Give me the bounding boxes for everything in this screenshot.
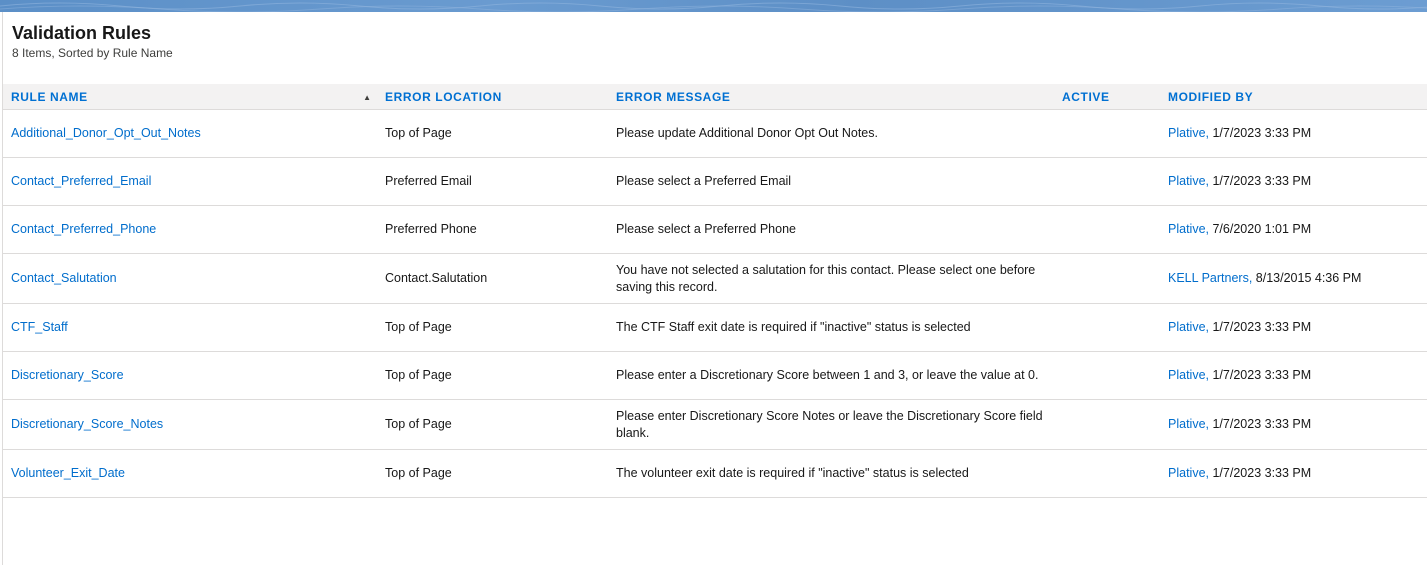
active-cell bbox=[1054, 109, 1160, 158]
error-location-cell: Preferred Email bbox=[377, 157, 608, 206]
error-location-cell: Top of Page bbox=[377, 399, 608, 450]
modified-by-cell: Plative, 1/7/2023 3:33 PM bbox=[1160, 303, 1427, 352]
modified-by-cell: Plative, 1/7/2023 3:33 PM bbox=[1160, 449, 1427, 498]
table-row: Additional_Donor_Opt_Out_Notes Top of Pa… bbox=[3, 109, 1427, 158]
table-row: Discretionary_Score Top of Page Please e… bbox=[3, 351, 1427, 400]
banner-pattern bbox=[0, 2, 1427, 12]
rule-name-link[interactable]: CTF_Staff bbox=[11, 320, 68, 334]
list-header: Validation Rules 8 Items, Sorted by Rule… bbox=[12, 22, 173, 61]
rule-name-cell: Contact_Preferred_Phone bbox=[3, 205, 377, 254]
error-message-cell: Please enter a Discretionary Score betwe… bbox=[608, 351, 1054, 400]
error-location-cell: Top of Page bbox=[377, 109, 608, 158]
error-location-cell: Top of Page bbox=[377, 449, 608, 498]
modified-date: 1/7/2023 3:33 PM bbox=[1212, 368, 1312, 382]
column-header-label: ERROR LOCATION bbox=[385, 89, 502, 104]
rule-name-link[interactable]: Volunteer_Exit_Date bbox=[11, 466, 125, 480]
modified-by-user-link[interactable]: Plative, bbox=[1168, 320, 1209, 334]
sort-ascending-icon[interactable]: ▲ bbox=[363, 93, 371, 102]
modified-by-cell: Plative, 1/7/2023 3:33 PM bbox=[1160, 399, 1427, 450]
rule-name-cell: Additional_Donor_Opt_Out_Notes bbox=[3, 109, 377, 158]
rule-name-link[interactable]: Contact_Preferred_Phone bbox=[11, 222, 156, 236]
rule-name-link[interactable]: Additional_Donor_Opt_Out_Notes bbox=[11, 126, 201, 140]
modified-by-user-link[interactable]: Plative, bbox=[1168, 368, 1209, 382]
column-header-label: ACTIVE bbox=[1062, 89, 1110, 104]
active-cell bbox=[1054, 399, 1160, 450]
table-row: Contact_Preferred_Email Preferred Email … bbox=[3, 157, 1427, 206]
column-header-error-message[interactable]: ERROR MESSAGE bbox=[608, 84, 1054, 110]
modified-date: 7/6/2020 1:01 PM bbox=[1212, 222, 1312, 236]
error-location-cell: Preferred Phone bbox=[377, 205, 608, 254]
modified-by-user-link[interactable]: Plative, bbox=[1168, 174, 1209, 188]
modified-by-cell: Plative, 1/7/2023 3:33 PM bbox=[1160, 157, 1427, 206]
active-cell bbox=[1054, 253, 1160, 304]
error-message-cell: Please select a Preferred Email bbox=[608, 157, 1054, 206]
error-message-cell: Please select a Preferred Phone bbox=[608, 205, 1054, 254]
table-header-row: RULE NAME ▲ ERROR LOCATION ERROR MESSAGE… bbox=[3, 84, 1427, 110]
validation-rules-panel: Validation Rules 8 Items, Sorted by Rule… bbox=[2, 12, 1427, 565]
error-message-cell: The CTF Staff exit date is required if "… bbox=[608, 303, 1054, 352]
table-row: CTF_Staff Top of Page The CTF Staff exit… bbox=[3, 303, 1427, 352]
rule-name-link[interactable]: Discretionary_Score_Notes bbox=[11, 417, 163, 431]
active-cell bbox=[1054, 351, 1160, 400]
error-location-cell: Contact.Salutation bbox=[377, 253, 608, 304]
rule-name-cell: Discretionary_Score bbox=[3, 351, 377, 400]
table-row: Discretionary_Score_Notes Top of Page Pl… bbox=[3, 399, 1427, 450]
rule-name-link[interactable]: Discretionary_Score bbox=[11, 368, 124, 382]
column-header-error-location[interactable]: ERROR LOCATION bbox=[377, 84, 608, 110]
error-message-cell: Please enter Discretionary Score Notes o… bbox=[608, 399, 1054, 450]
error-location-cell: Top of Page bbox=[377, 351, 608, 400]
table-row: Contact_Preferred_Phone Preferred Phone … bbox=[3, 205, 1427, 254]
rule-name-link[interactable]: Contact_Preferred_Email bbox=[11, 174, 151, 188]
modified-date: 1/7/2023 3:33 PM bbox=[1212, 466, 1312, 480]
top-banner-strip bbox=[0, 0, 1427, 12]
validation-rules-table: RULE NAME ▲ ERROR LOCATION ERROR MESSAGE… bbox=[3, 84, 1427, 498]
modified-by-cell: KELL Partners, 8/13/2015 4:36 PM bbox=[1160, 253, 1427, 304]
modified-by-user-link[interactable]: Plative, bbox=[1168, 417, 1209, 431]
page-title: Validation Rules bbox=[12, 23, 152, 43]
rule-name-cell: Contact_Preferred_Email bbox=[3, 157, 377, 206]
column-header-label: ERROR MESSAGE bbox=[616, 89, 731, 104]
rule-name-cell: Discretionary_Score_Notes bbox=[3, 399, 377, 450]
modified-by-cell: Plative, 7/6/2020 1:01 PM bbox=[1160, 205, 1427, 254]
modified-date: 1/7/2023 3:33 PM bbox=[1212, 320, 1312, 334]
modified-by-cell: Plative, 1/7/2023 3:33 PM bbox=[1160, 109, 1427, 158]
modified-date: 1/7/2023 3:33 PM bbox=[1212, 174, 1312, 188]
modified-by-user-link[interactable]: Plative, bbox=[1168, 222, 1209, 236]
table-row: Volunteer_Exit_Date Top of Page The volu… bbox=[3, 449, 1427, 498]
active-cell bbox=[1054, 205, 1160, 254]
error-location-cell: Top of Page bbox=[377, 303, 608, 352]
modified-date: 1/7/2023 3:33 PM bbox=[1212, 417, 1312, 431]
list-info-subtitle: 8 Items, Sorted by Rule Name bbox=[12, 46, 173, 60]
error-message-cell: Please update Additional Donor Opt Out N… bbox=[608, 109, 1054, 158]
active-cell bbox=[1054, 449, 1160, 498]
modified-by-user-link[interactable]: Plative, bbox=[1168, 466, 1209, 480]
rule-name-cell: Volunteer_Exit_Date bbox=[3, 449, 377, 498]
modified-date: 8/13/2015 4:36 PM bbox=[1255, 271, 1362, 285]
modified-by-user-link[interactable]: KELL Partners, bbox=[1168, 271, 1252, 285]
active-cell bbox=[1054, 303, 1160, 352]
column-header-rule-name[interactable]: RULE NAME ▲ bbox=[3, 84, 377, 110]
modified-by-cell: Plative, 1/7/2023 3:33 PM bbox=[1160, 351, 1427, 400]
modified-date: 1/7/2023 3:33 PM bbox=[1212, 126, 1312, 140]
rule-name-cell: CTF_Staff bbox=[3, 303, 377, 352]
column-header-modified-by[interactable]: MODIFIED BY bbox=[1160, 84, 1427, 110]
error-message-cell: The volunteer exit date is required if "… bbox=[608, 449, 1054, 498]
column-header-label: RULE NAME bbox=[11, 89, 88, 104]
rule-name-link[interactable]: Contact_Salutation bbox=[11, 271, 117, 285]
table-row: Contact_Salutation Contact.Salutation Yo… bbox=[3, 253, 1427, 304]
rule-name-cell: Contact_Salutation bbox=[3, 253, 377, 304]
column-header-active[interactable]: ACTIVE bbox=[1054, 84, 1160, 110]
error-message-cell: You have not selected a salutation for t… bbox=[608, 253, 1054, 304]
active-cell bbox=[1054, 157, 1160, 206]
modified-by-user-link[interactable]: Plative, bbox=[1168, 126, 1209, 140]
column-header-label: MODIFIED BY bbox=[1168, 89, 1254, 104]
